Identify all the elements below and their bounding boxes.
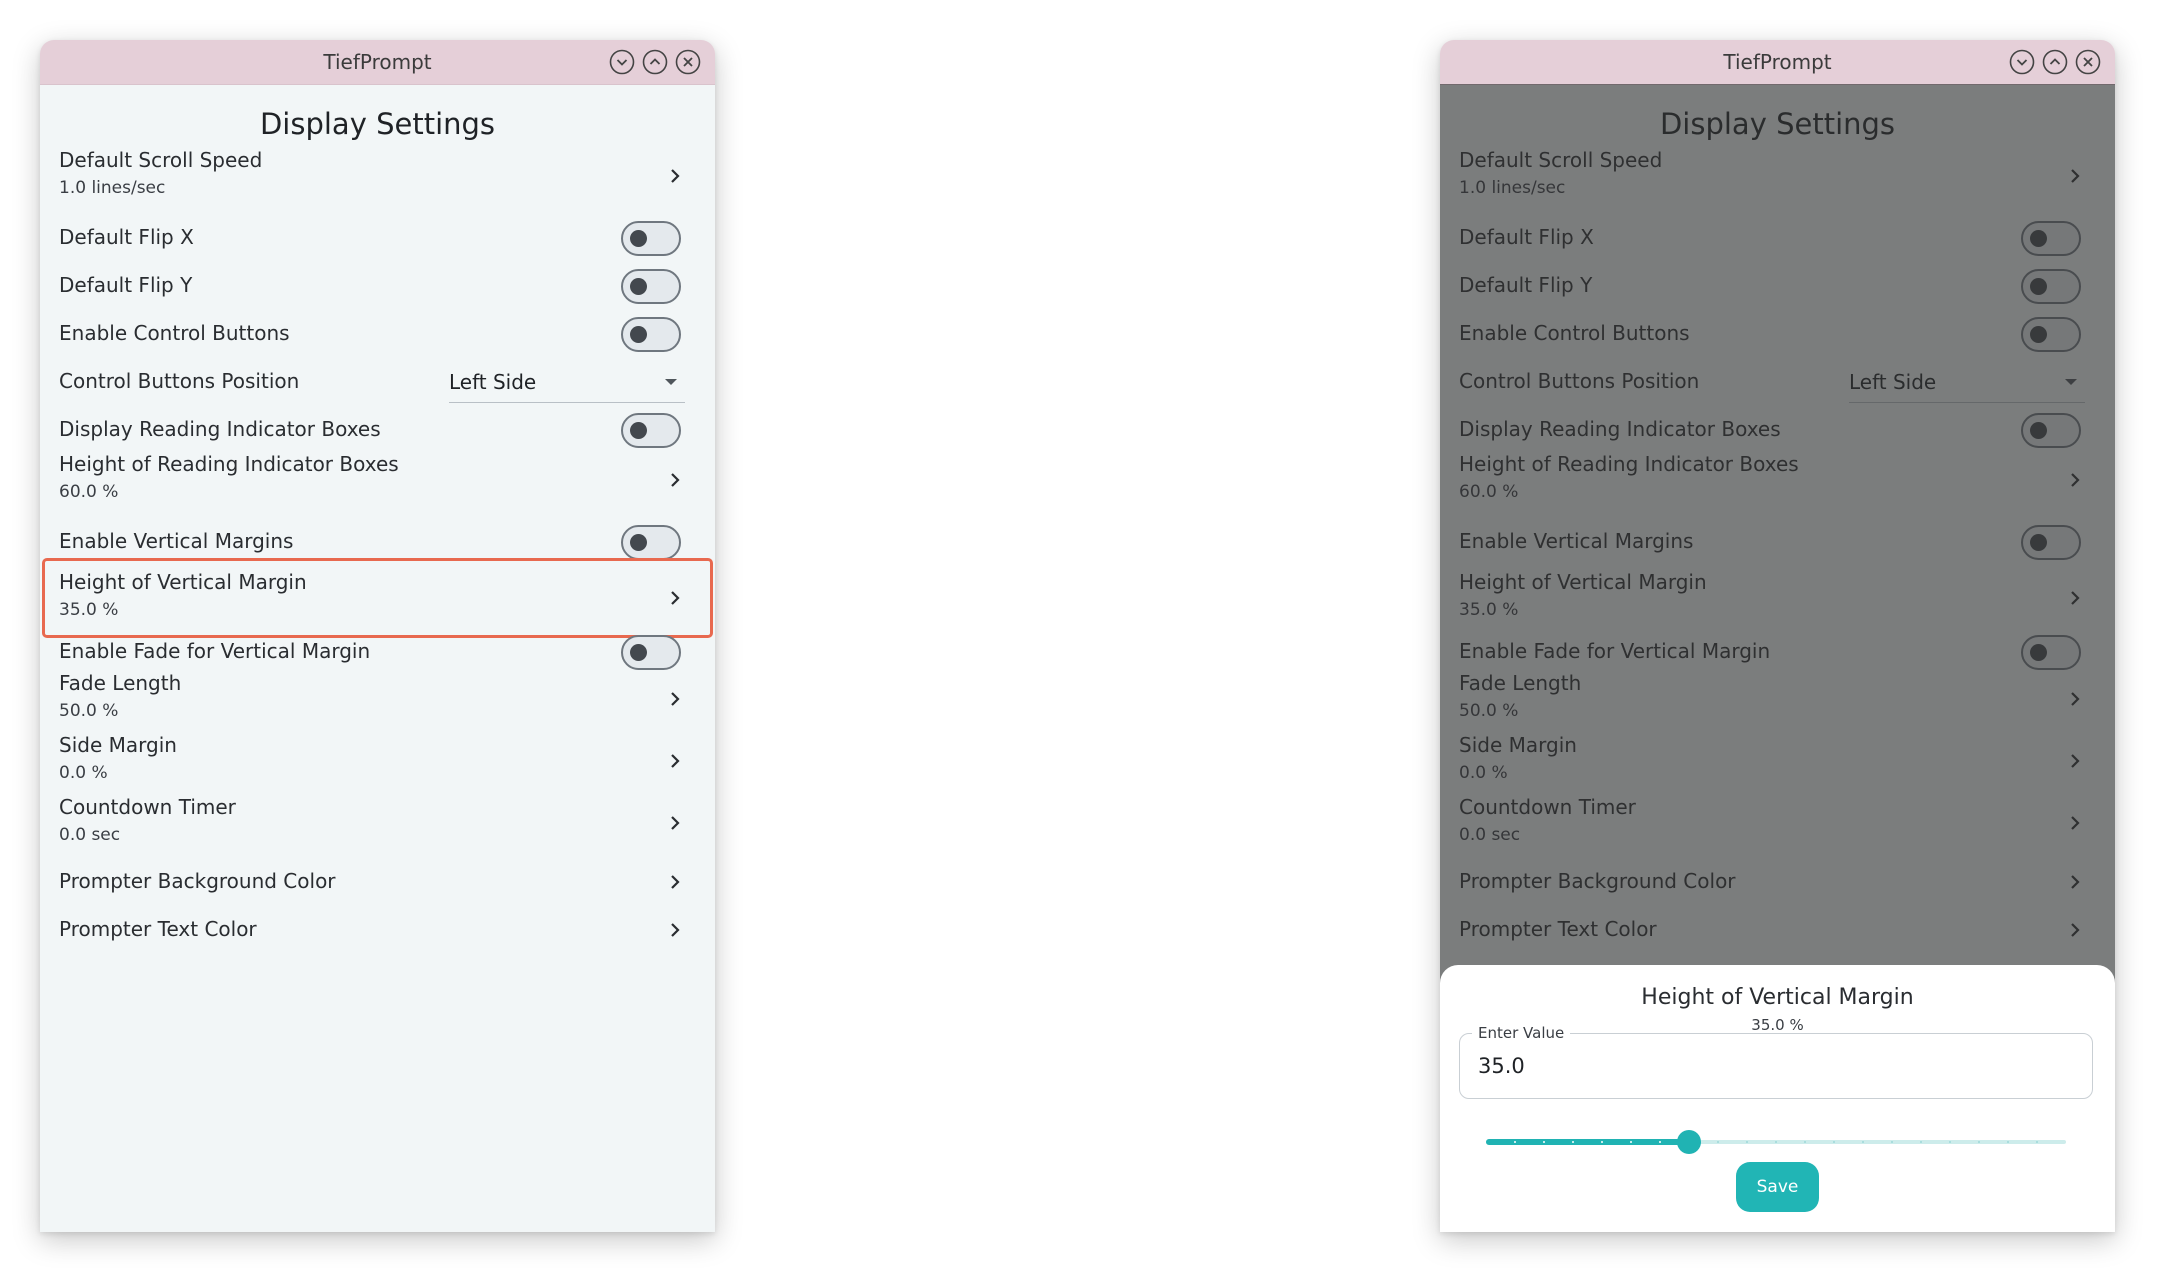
setting-label: Prompter Background Color	[59, 869, 336, 893]
slider-tick	[1833, 1141, 1835, 1143]
toggle-knob	[630, 422, 647, 439]
setting-label: Enable Fade for Vertical Margin	[59, 639, 371, 663]
highlight-box	[42, 558, 713, 638]
setting-label: Default Scroll Speed	[59, 148, 263, 172]
toggle-switch[interactable]	[621, 413, 681, 448]
close-icon[interactable]	[2075, 49, 2101, 75]
slider-tick	[1572, 1141, 1574, 1143]
setting-value: 1.0 lines/sec	[59, 178, 166, 198]
setting-value: 50.0 %	[59, 701, 119, 721]
setting-label: Display Reading Indicator Boxes	[59, 417, 381, 441]
maximize-icon[interactable]	[2042, 49, 2068, 75]
chevron-right-icon	[665, 751, 685, 771]
slider-tick	[1920, 1141, 1922, 1143]
settings-window-right: TiefPrompt Display Settings Default Scro…	[1440, 40, 2115, 1232]
setting-row-default-scroll-speed[interactable]: Default Scroll Speed 1.0 lines/sec	[40, 144, 715, 208]
maximize-icon[interactable]	[642, 49, 668, 75]
value-input-label: Enter Value	[1472, 1024, 1571, 1042]
dialog-title: Height of Vertical Margin	[1641, 985, 1914, 1010]
setting-row-fade-length[interactable]: Fade Length 50.0 %	[40, 668, 715, 730]
window-controls	[2009, 49, 2101, 75]
setting-label: Fade Length	[59, 671, 182, 695]
save-button[interactable]: Save	[1736, 1162, 1819, 1212]
slider-tick	[1891, 1141, 1893, 1143]
chevron-right-icon	[665, 689, 685, 709]
minimize-icon[interactable]	[2009, 49, 2035, 75]
setting-label: Default Flip Y	[59, 273, 193, 297]
value-slider[interactable]	[1486, 1127, 2066, 1157]
control-position-select[interactable]: Left Side	[449, 362, 685, 403]
value-dialog: Height of Vertical Margin 35.0 % Enter V…	[1440, 965, 2115, 1232]
minimize-icon[interactable]	[609, 49, 635, 75]
value-input[interactable]: 35.0	[1478, 1054, 1525, 1078]
toggle-switch[interactable]	[621, 221, 681, 256]
window-controls	[609, 49, 701, 75]
title-bar: TiefPrompt	[40, 40, 715, 85]
title-bar: TiefPrompt	[1440, 40, 2115, 85]
slider-tick	[1717, 1141, 1719, 1143]
chevron-right-icon	[665, 166, 685, 186]
slider-tick	[2036, 1141, 2038, 1143]
setting-label: Prompter Text Color	[59, 917, 257, 941]
toggle-knob	[630, 326, 647, 343]
chevron-right-icon	[665, 920, 685, 940]
toggle-switch[interactable]	[621, 635, 681, 670]
slider-tick	[1949, 1141, 1951, 1143]
toggle-knob	[630, 534, 647, 551]
value-input-field[interactable]: Enter Value 35.0	[1459, 1024, 2093, 1099]
settings-window-left: TiefPrompt Display Settings Default Scro…	[40, 40, 715, 1232]
setting-row-height-of-reading-indicator-boxes[interactable]: Height of Reading Indicator Boxes 60.0 %	[40, 448, 715, 512]
settings-content: Display Settings Default Scroll Speed 1.0…	[40, 84, 715, 1232]
setting-row-default-flip-x[interactable]: Default Flip X	[40, 214, 715, 262]
slider-tick	[1862, 1141, 1864, 1143]
setting-row-control-buttons-position[interactable]: Control Buttons Position Left Side	[40, 358, 715, 406]
slider-tick	[1514, 1141, 1516, 1143]
setting-label: Enable Vertical Margins	[59, 529, 294, 553]
setting-row-prompter-background-color[interactable]: Prompter Background Color	[40, 858, 715, 906]
setting-value: 0.0 sec	[59, 825, 121, 845]
setting-label: Side Margin	[59, 733, 177, 757]
toggle-knob	[630, 230, 647, 247]
slider-tick	[1746, 1141, 1748, 1143]
setting-row-countdown-timer[interactable]: Countdown Timer 0.0 sec	[40, 792, 715, 854]
setting-value: 0.0 %	[59, 763, 108, 783]
slider-tick	[2007, 1141, 2009, 1143]
slider-tick	[1630, 1141, 1632, 1143]
setting-row-default-flip-y[interactable]: Default Flip Y	[40, 262, 715, 310]
setting-label: Height of Reading Indicator Boxes	[59, 452, 399, 476]
slider-thumb[interactable]	[1677, 1130, 1701, 1154]
slider-tick	[1659, 1141, 1661, 1143]
toggle-switch[interactable]	[621, 525, 681, 560]
toggle-switch[interactable]	[621, 317, 681, 352]
toggle-switch[interactable]	[621, 269, 681, 304]
slider-tick	[1775, 1141, 1777, 1143]
setting-row-side-margin[interactable]: Side Margin 0.0 %	[40, 730, 715, 792]
setting-label: Control Buttons Position	[59, 369, 300, 393]
chevron-right-icon	[665, 470, 685, 490]
toggle-knob	[630, 644, 647, 661]
setting-row-enable-control-buttons[interactable]: Enable Control Buttons	[40, 310, 715, 358]
select-value: Left Side	[449, 370, 537, 394]
chevron-right-icon	[665, 872, 685, 892]
setting-row-display-reading-indicator-boxes[interactable]: Display Reading Indicator Boxes	[40, 406, 715, 454]
slider-tick	[1804, 1141, 1806, 1143]
close-icon[interactable]	[675, 49, 701, 75]
dropdown-caret-icon	[665, 379, 677, 385]
toggle-knob	[630, 278, 647, 295]
setting-label: Countdown Timer	[59, 795, 236, 819]
setting-value: 60.0 %	[59, 482, 119, 502]
setting-label: Enable Control Buttons	[59, 321, 290, 345]
slider-tick	[1601, 1141, 1603, 1143]
slider-tick	[1978, 1141, 1980, 1143]
chevron-right-icon	[665, 813, 685, 833]
setting-label: Default Flip X	[59, 225, 194, 249]
slider-tick	[1543, 1141, 1545, 1143]
page-title: Display Settings	[40, 98, 715, 150]
setting-row-prompter-text-color[interactable]: Prompter Text Color	[40, 906, 715, 954]
